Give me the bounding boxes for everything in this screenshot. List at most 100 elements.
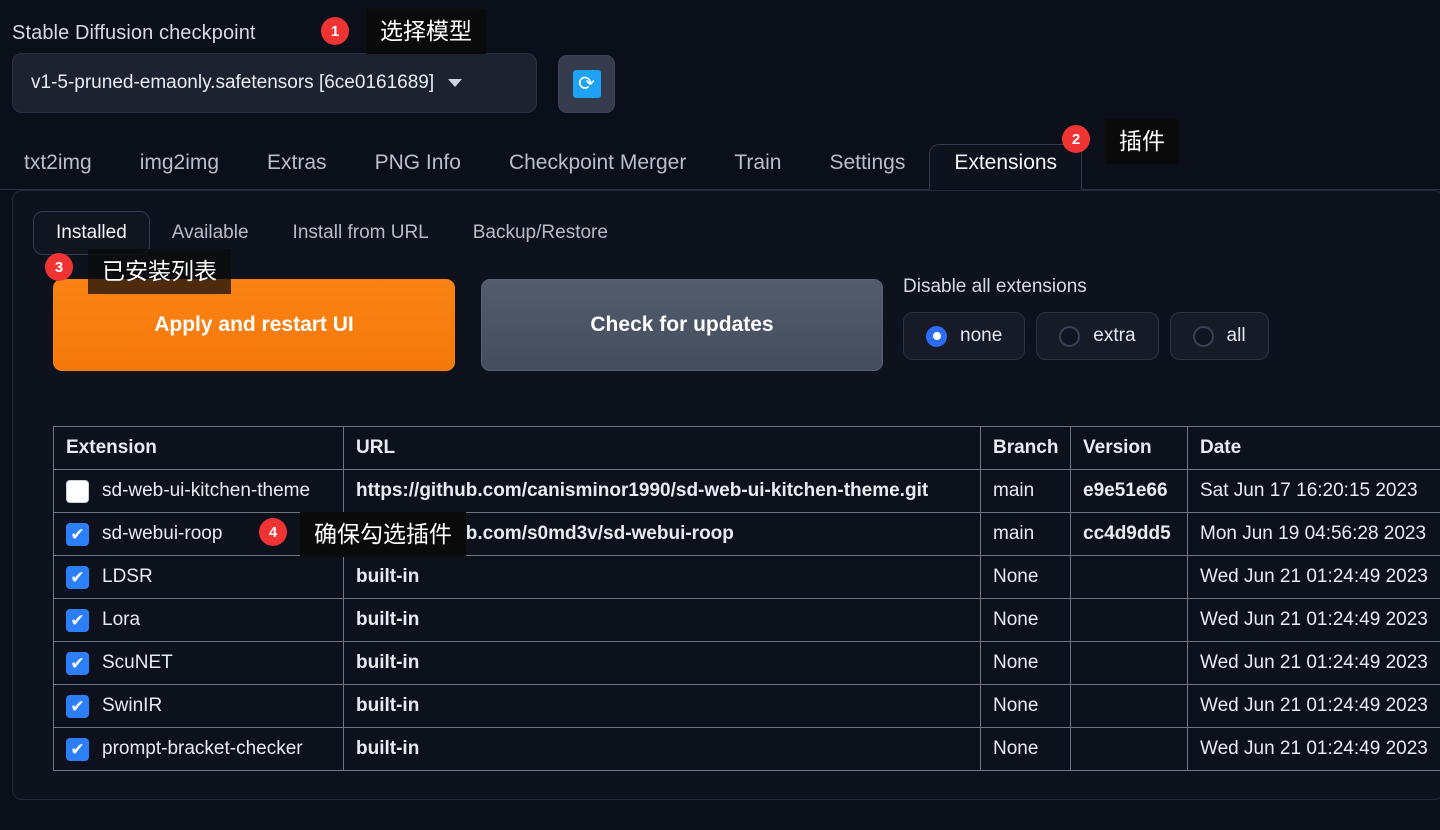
extension-date-cell: Wed Jun 21 01:24:49 2023 — [1187, 555, 1440, 599]
extension-branch-cell: None — [980, 684, 1071, 728]
chevron-down-icon — [448, 79, 463, 87]
extension-version-cell — [1070, 684, 1188, 728]
extension-version: cc4d9dd5 — [1083, 523, 1171, 544]
extension-name-cell: ✔ Lora — [53, 598, 344, 642]
extensions-table: Extension URL Branch Version Date sd-web-ui-… — [53, 426, 1440, 771]
disable-all-extensions-group: Disable all extensions none extra all — [903, 276, 1269, 360]
extension-date-cell: Wed Jun 21 01:24:49 2023 — [1187, 598, 1440, 642]
column-header-extension[interactable]: Extension — [53, 426, 344, 470]
annotation-badge-1: 1 — [321, 17, 349, 45]
extension-name-cell: ✔ SwinIR — [53, 684, 344, 728]
extension-date-cell: Wed Jun 21 01:24:49 2023 — [1187, 727, 1440, 771]
annotation-tooltip-1: 选择模型 — [366, 9, 486, 54]
radio-label: extra — [1093, 325, 1136, 346]
extension-version-cell — [1070, 555, 1188, 599]
extension-version: e9e51e66 — [1083, 480, 1168, 501]
check-for-updates-button[interactable]: Check for updates — [481, 279, 883, 371]
radio-none[interactable]: none — [903, 312, 1026, 360]
extension-name: sd-webui-roop — [102, 523, 223, 544]
extension-version-cell — [1070, 641, 1188, 685]
extension-name: SwinIR — [102, 695, 163, 716]
extension-name: sd-web-ui-kitchen-theme — [102, 480, 311, 501]
main-tab-img2img[interactable]: img2img — [116, 145, 243, 189]
extension-date-cell: Wed Jun 21 01:24:49 2023 — [1187, 641, 1440, 685]
table-row: sd-web-ui-kitchen-theme https://github.co… — [53, 469, 1440, 513]
extension-url: built-in — [356, 566, 420, 587]
radio-label: all — [1226, 325, 1246, 346]
annotation-badge-3: 3 — [45, 253, 73, 281]
extension-url: built-in — [356, 738, 420, 759]
extension-url-cell: https://github.com/canisminor1990/sd-web… — [343, 469, 981, 513]
main-tab-bar: txt2img img2img Extras PNG Info Checkpoint M… — [0, 140, 1440, 190]
extension-branch-cell: main — [980, 512, 1071, 556]
column-header-url[interactable]: URL — [343, 426, 981, 470]
checkbox-checked-icon[interactable]: ✔ — [66, 694, 89, 718]
extension-branch-cell: None — [980, 555, 1071, 599]
extension-name-cell: ✔ prompt-bracket-checker — [53, 727, 344, 771]
extension-branch-cell: None — [980, 641, 1071, 685]
annotation-badge-2: 2 — [1062, 125, 1090, 153]
sub-tab-backup-restore[interactable]: Backup/Restore — [451, 212, 630, 254]
extension-version-cell: e9e51e66 — [1070, 469, 1188, 513]
radio-dot-icon — [1192, 325, 1214, 347]
extension-url-cell: built-in — [343, 684, 981, 728]
table-row: ✔ Lora built-in None Wed Jun 21 01:24:49 202… — [53, 598, 1440, 642]
extensions-table-head: Extension URL Branch Version Date — [53, 426, 1440, 470]
table-row: ✔ SwinIR built-in None Wed Jun 21 01:24:49 2… — [53, 684, 1440, 728]
radio-dot-icon — [1059, 325, 1081, 347]
checkbox-checked-icon[interactable]: ✔ — [66, 565, 89, 589]
main-tab-checkpoint-merger[interactable]: Checkpoint Merger — [485, 145, 710, 189]
extension-name: prompt-bracket-checker — [102, 738, 303, 759]
checkbox-unchecked-icon[interactable] — [66, 479, 89, 503]
table-row: ✔ prompt-bracket-checker built-in None Wed J… — [53, 727, 1440, 771]
extension-date-cell: Mon Jun 19 04:56:28 2023 — [1187, 512, 1440, 556]
annotation-badge-4: 4 — [259, 518, 287, 546]
checkbox-checked-icon[interactable]: ✔ — [66, 737, 89, 761]
checkpoint-dropdown[interactable]: v1-5-pruned-emaonly.safetensors [6ce0161… — [12, 53, 537, 113]
column-header-date[interactable]: Date — [1187, 426, 1440, 470]
extension-version-cell — [1070, 727, 1188, 771]
table-row: ✔ ScuNET built-in None Wed Jun 21 01:24:49 2… — [53, 641, 1440, 685]
main-tab-settings[interactable]: Settings — [805, 145, 929, 189]
table-header-row: Extension URL Branch Version Date — [53, 426, 1440, 470]
extension-url: built-in — [356, 695, 420, 716]
radio-all[interactable]: all — [1169, 312, 1269, 360]
checkbox-checked-icon[interactable]: ✔ — [66, 522, 89, 546]
extension-url-cell: built-in — [343, 555, 981, 599]
annotation-tooltip-2: 插件 — [1105, 119, 1179, 164]
extension-branch-cell: None — [980, 598, 1071, 642]
extension-version-cell — [1070, 598, 1188, 642]
extension-branch-cell: main — [980, 469, 1071, 513]
extension-name: LDSR — [102, 566, 153, 587]
sub-tab-available[interactable]: Available — [150, 212, 271, 254]
extension-url: built-in — [356, 652, 420, 673]
extension-url: https://github.com/canisminor1990/sd-web… — [356, 480, 929, 501]
extensions-table-body: sd-web-ui-kitchen-theme https://github.co… — [53, 469, 1440, 771]
table-row: ✔ LDSR built-in None Wed Jun 21 01:24:49 202… — [53, 555, 1440, 599]
disable-all-extensions-radios: none extra all — [903, 312, 1269, 360]
checkbox-checked-icon[interactable]: ✔ — [66, 608, 89, 632]
sub-tab-install-from-url[interactable]: Install from URL — [271, 212, 451, 254]
checkbox-checked-icon[interactable]: ✔ — [66, 651, 89, 675]
radio-dot-icon — [926, 325, 947, 347]
radio-extra[interactable]: extra — [1036, 312, 1159, 360]
checkpoint-selected-value: v1-5-pruned-emaonly.safetensors [6ce0161… — [31, 72, 435, 93]
main-tab-train[interactable]: Train — [710, 145, 805, 189]
extension-name-cell: ✔ ScuNET — [53, 641, 344, 685]
extension-date-cell: Sat Jun 17 16:20:15 2023 — [1187, 469, 1440, 513]
extension-date-cell: Wed Jun 21 01:24:49 2023 — [1187, 684, 1440, 728]
extension-url-cell: built-in — [343, 727, 981, 771]
checkpoint-area: Stable Diffusion checkpoint v1-5-pruned-… — [0, 0, 1440, 128]
column-header-branch[interactable]: Branch — [980, 426, 1071, 470]
main-tab-png-info[interactable]: PNG Info — [351, 145, 485, 189]
main-tab-extensions[interactable]: Extensions — [929, 144, 1083, 190]
annotation-tooltip-3: 已安装列表 — [88, 249, 231, 294]
annotation-tooltip-4: 确保勾选插件 — [300, 512, 466, 557]
refresh-icon: ⟳ — [572, 70, 601, 98]
main-tab-extras[interactable]: Extras — [243, 145, 351, 189]
column-header-version[interactable]: Version — [1070, 426, 1188, 470]
refresh-checkpoints-button[interactable]: ⟳ — [558, 55, 615, 113]
radio-label: none — [960, 325, 1003, 346]
extension-name-cell: ✔ LDSR — [53, 555, 344, 599]
main-tab-txt2img[interactable]: txt2img — [0, 145, 116, 189]
